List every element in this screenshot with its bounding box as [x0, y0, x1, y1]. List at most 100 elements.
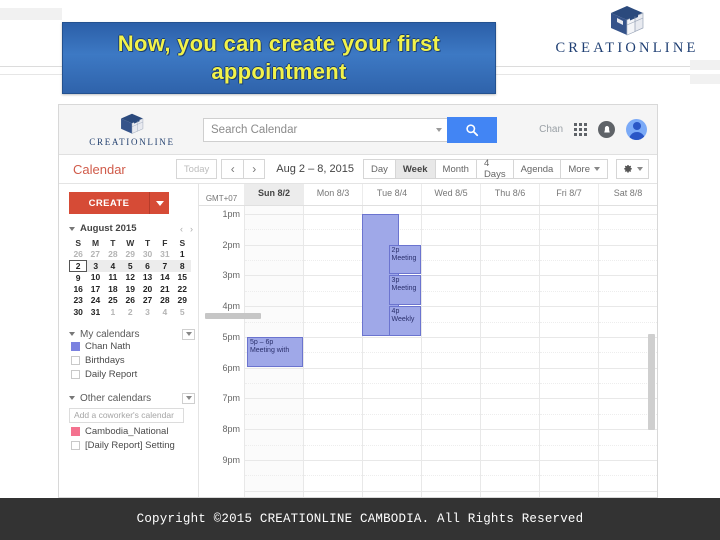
apps-grid-icon[interactable] — [574, 123, 587, 136]
calendar-color-swatch[interactable] — [71, 441, 80, 450]
mini-calendar-day[interactable]: 25 — [104, 295, 121, 307]
mini-calendar-day[interactable]: 26 — [122, 295, 139, 307]
day-column[interactable] — [303, 206, 362, 497]
day-header[interactable]: Fri 8/7 — [539, 184, 598, 205]
calendar-color-swatch[interactable] — [71, 356, 80, 365]
mini-calendar-day[interactable]: 6 — [138, 260, 157, 272]
calendar-color-swatch[interactable] — [71, 370, 80, 379]
mini-calendar-day[interactable]: 29 — [122, 249, 139, 261]
mini-prev-month-button[interactable]: ‹ — [180, 224, 183, 234]
day-header[interactable]: Thu 8/6 — [480, 184, 539, 205]
mini-calendar-day[interactable]: 31 — [87, 306, 104, 318]
mini-calendar-day[interactable]: 14 — [156, 272, 173, 284]
my-calendar-item[interactable]: Chan Nath — [69, 340, 195, 354]
day-header[interactable]: Tue 8/4 — [362, 184, 421, 205]
hour-line — [540, 336, 598, 338]
day-column[interactable] — [421, 206, 480, 497]
collapse-triangle-icon[interactable] — [69, 396, 75, 400]
mini-calendar-day[interactable]: 20 — [139, 283, 156, 295]
day-header[interactable]: Sun 8/2 — [244, 184, 303, 205]
view-tab-agenda[interactable]: Agenda — [512, 159, 561, 179]
search-input[interactable] — [203, 117, 431, 142]
mini-calendar-day[interactable]: 7 — [156, 260, 174, 272]
mini-calendar-day[interactable]: 8 — [173, 260, 191, 272]
mini-calendar-day[interactable]: 13 — [139, 272, 156, 284]
next-period-button[interactable]: › — [243, 159, 266, 179]
day-header[interactable]: Sat 8/8 — [598, 184, 657, 205]
mini-calendar-day[interactable]: 21 — [156, 283, 173, 295]
mini-calendar-day[interactable]: 28 — [104, 249, 121, 261]
settings-button[interactable] — [616, 159, 649, 179]
mini-calendar-day[interactable]: 19 — [122, 283, 139, 295]
mini-calendar-day[interactable]: 11 — [104, 272, 121, 284]
mini-calendar-day[interactable]: 2 — [68, 259, 88, 272]
vertical-scrollbar[interactable] — [648, 334, 655, 430]
mini-calendar-day[interactable]: 2 — [122, 306, 139, 318]
view-tab-day[interactable]: Day — [362, 159, 395, 179]
mini-calendar-day[interactable]: 10 — [87, 272, 104, 284]
mini-calendar-day[interactable]: 30 — [70, 306, 87, 318]
view-tab-4days[interactable]: 4 Days — [475, 158, 513, 180]
mini-calendar-day[interactable]: 4 — [156, 306, 173, 318]
search-options-caret[interactable] — [431, 117, 447, 142]
mini-calendar-day[interactable]: 28 — [156, 295, 173, 307]
today-button[interactable]: Today — [175, 159, 218, 179]
mini-calendar-day[interactable]: 5 — [174, 306, 191, 318]
mini-next-month-button[interactable]: › — [190, 224, 193, 234]
mini-calendar-day[interactable]: 24 — [87, 295, 104, 307]
other-calendar-item[interactable]: [Daily Report] Setting — [69, 439, 195, 453]
day-header[interactable]: Mon 8/3 — [303, 184, 362, 205]
mini-calendar-day[interactable]: 5 — [121, 260, 139, 272]
day-column[interactable] — [480, 206, 539, 497]
mini-calendar-day[interactable]: 23 — [70, 295, 87, 307]
mini-calendar-day[interactable]: 16 — [70, 283, 87, 295]
mini-calendar-day[interactable]: 4 — [104, 260, 122, 272]
mini-calendar-day[interactable]: 3 — [139, 306, 156, 318]
mini-calendar-day[interactable]: 17 — [87, 283, 104, 295]
my-calendars-options-button[interactable] — [182, 328, 195, 340]
add-coworker-calendar-input[interactable] — [69, 407, 184, 423]
create-dropdown-button[interactable] — [149, 192, 169, 214]
mini-calendar-day[interactable]: 26 — [70, 249, 87, 261]
calendar-event[interactable]: 2p Meeting — [388, 244, 421, 275]
mini-calendar-grid: S M T W T F S 26 27 28 29 30 31 1 2 3 4 5 6 7 8 9 10 11 1… — [68, 237, 191, 318]
mini-calendar-day[interactable]: 1 — [104, 306, 121, 318]
horizontal-scrollbar[interactable] — [205, 313, 261, 319]
my-calendar-item[interactable]: Daily Report — [69, 368, 195, 382]
search-button[interactable] — [447, 116, 497, 143]
create-button[interactable]: CREATE — [69, 192, 149, 214]
my-calendar-item[interactable]: Birthdays — [69, 354, 195, 368]
notification-bell-icon[interactable] — [598, 121, 615, 138]
collapse-triangle-icon[interactable] — [69, 226, 75, 231]
view-tab-month[interactable]: Month — [434, 159, 476, 179]
day-column[interactable] — [539, 206, 598, 497]
mini-calendar-day[interactable]: 18 — [104, 283, 121, 295]
mini-calendar-day[interactable]: 3 — [86, 260, 105, 272]
other-calendars-options-button[interactable] — [182, 392, 195, 404]
avatar[interactable] — [626, 119, 647, 140]
weekday-header: M — [91, 237, 100, 248]
collapse-triangle-icon[interactable] — [69, 332, 75, 336]
mini-calendar-day[interactable]: 12 — [122, 272, 139, 284]
calendar-event[interactable]: 3p Meeting — [388, 275, 421, 306]
calendar-color-swatch[interactable] — [71, 427, 80, 436]
view-tab-more[interactable]: More — [560, 159, 608, 179]
header-brand-logo[interactable]: CREATIONLINE — [73, 112, 191, 147]
other-calendar-item[interactable]: Cambodia_National — [69, 425, 195, 439]
calendar-event[interactable]: 4p Weekly — [388, 306, 421, 336]
mini-calendar-day[interactable]: 22 — [174, 283, 191, 295]
view-tab-week[interactable]: Week — [394, 159, 435, 179]
calendar-color-swatch[interactable] — [71, 342, 80, 351]
day-header[interactable]: Wed 8/5 — [421, 184, 480, 205]
mini-calendar-day[interactable]: 27 — [139, 295, 156, 307]
calendar-event[interactable]: 5p – 6p Meeting with — [246, 336, 303, 367]
mini-calendar-day[interactable]: 27 — [87, 249, 104, 261]
mini-calendar-day[interactable]: 31 — [156, 249, 173, 261]
mini-calendar-day[interactable]: 15 — [174, 272, 191, 284]
prev-period-button[interactable]: ‹ — [221, 159, 244, 179]
mini-calendar-day[interactable]: 29 — [174, 295, 191, 307]
mini-calendar-day[interactable]: 30 — [139, 249, 156, 261]
mini-calendar-day[interactable]: 1 — [174, 249, 191, 261]
half-hour-line — [363, 475, 421, 477]
mini-calendar-day[interactable]: 9 — [70, 272, 87, 284]
